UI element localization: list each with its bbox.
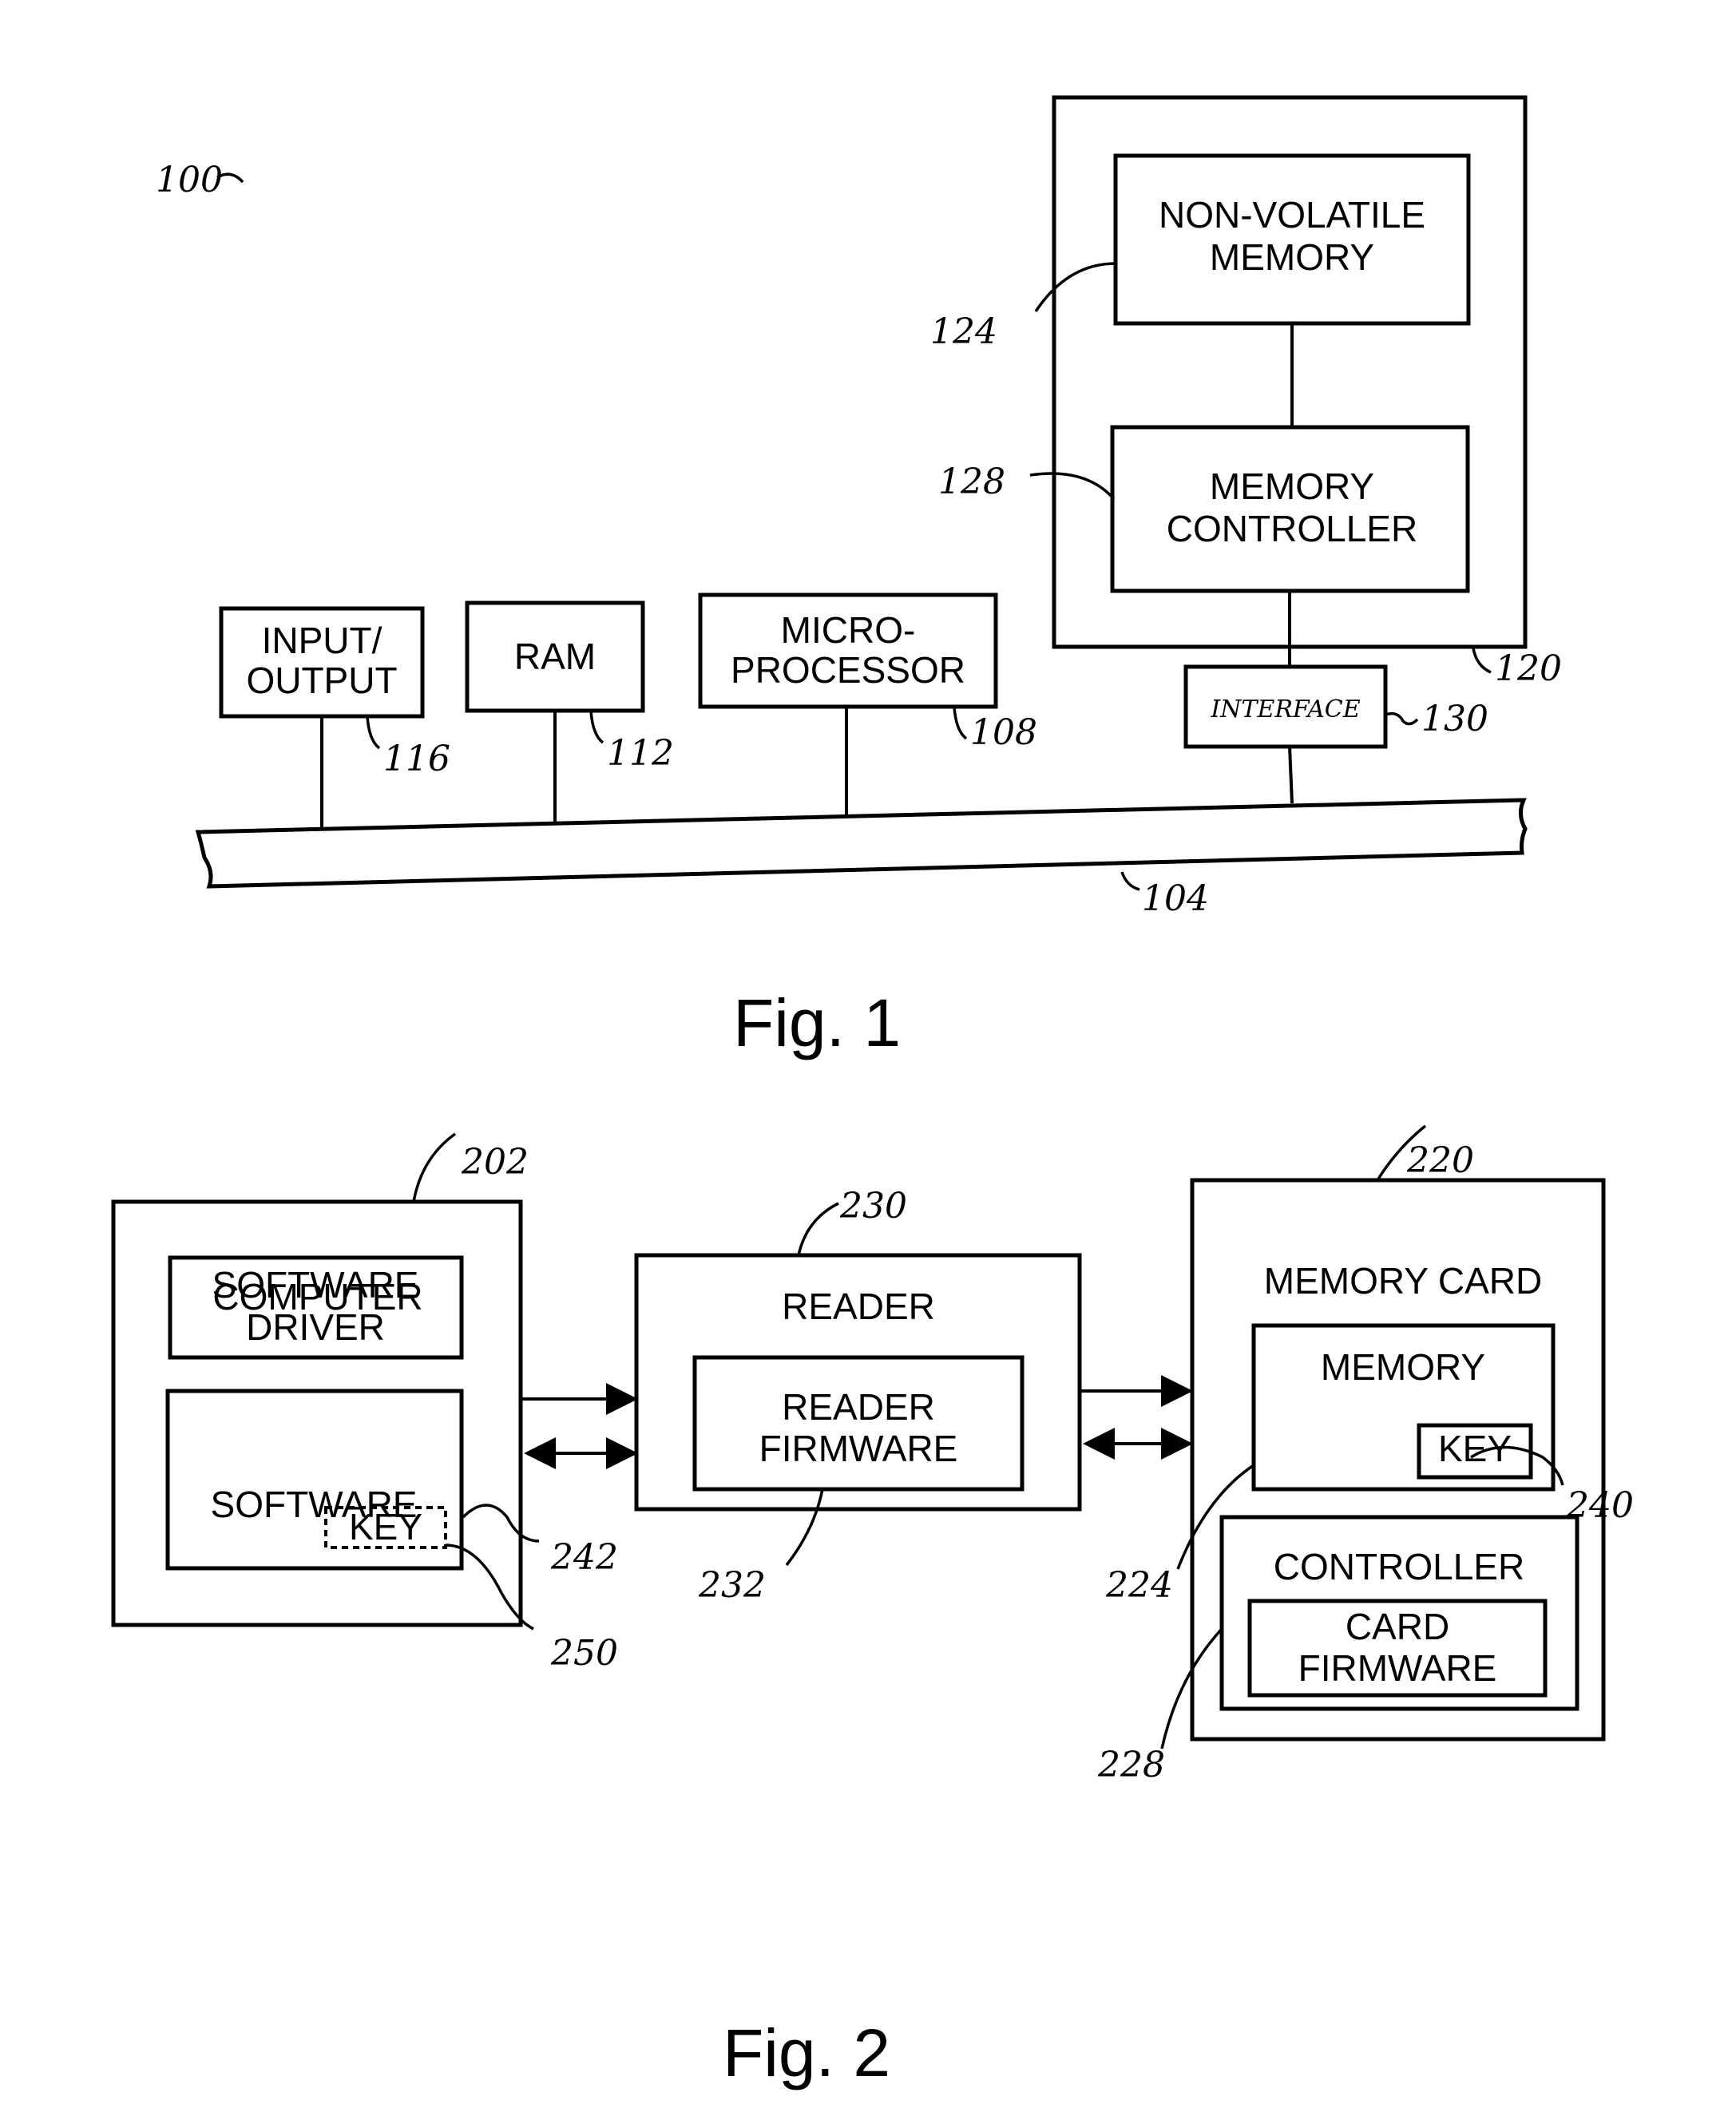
- computer-block: 202 COMPUTER SOFTWARE DRIVER SOFTWARE KE…: [111, 1132, 618, 1674]
- figure-1-caption: Fig. 1: [733, 985, 901, 1060]
- patent-drawing: 100 104 INPUT/ OUTPUT 116 RAM 112 MICRO-: [111, 95, 1634, 2090]
- ram-label: RAM: [514, 636, 596, 677]
- ref-228: 228: [1097, 1745, 1165, 1785]
- figure-2: 202 COMPUTER SOFTWARE DRIVER SOFTWARE KE…: [111, 1124, 1634, 2090]
- cpu-label-line1: MICRO-: [781, 609, 916, 651]
- reader-block: 230 READER READER FIRMWARE 232: [634, 1186, 1082, 1606]
- io-label-line2: OUTPUT: [246, 660, 397, 701]
- software-key-label: KEY: [349, 1506, 422, 1547]
- driver-label-line2: DRIVER: [246, 1306, 385, 1348]
- nvm-label-line1: NON-VOLATILE: [1159, 194, 1425, 236]
- figure-1: 100 104 INPUT/ OUTPUT 116 RAM 112 MICRO-: [156, 95, 1562, 1060]
- ref-202: 202: [461, 1142, 529, 1183]
- ref-112: 112: [607, 733, 674, 774]
- ref-124: 124: [930, 311, 997, 352]
- ref-120: 120: [1495, 648, 1562, 689]
- ref-130: 130: [1421, 699, 1488, 739]
- reader-title: READER: [782, 1286, 935, 1327]
- figure-2-caption: Fig. 2: [723, 2015, 890, 2090]
- microprocessor-block: MICRO- PROCESSOR 108: [698, 592, 1037, 816]
- memory-card-block: 220 MEMORY CARD MEMORY KEY 240 224 CONTR…: [1097, 1124, 1634, 1785]
- cpu-label-line2: PROCESSOR: [731, 649, 965, 691]
- storage-device-block: 120 NON-VOLATILE MEMORY 124 MEMORY CONTR…: [930, 95, 1562, 689]
- ram-block: RAM 112: [465, 600, 674, 822]
- card-memory-title: MEMORY: [1321, 1346, 1485, 1388]
- driver-label-line1: SOFTWARE: [212, 1264, 419, 1306]
- ref-224: 224: [1105, 1565, 1173, 1606]
- ref-104-leader: [1120, 871, 1140, 891]
- card-fw-line2: FIRMWARE: [1298, 1647, 1497, 1689]
- system-bus: [195, 798, 1528, 889]
- memory-card-title: MEMORY CARD: [1264, 1260, 1542, 1302]
- input-output-block: INPUT/ OUTPUT 116: [219, 606, 450, 829]
- ref-250: 250: [550, 1633, 618, 1674]
- nvm-label-line2: MEMORY: [1210, 236, 1374, 278]
- card-fw-line1: CARD: [1346, 1606, 1449, 1647]
- reader-fw-line2: FIRMWARE: [759, 1428, 958, 1469]
- reader-fw-line1: READER: [782, 1386, 935, 1428]
- ref-242: 242: [550, 1537, 618, 1578]
- interface-block: INTERFACE 130: [1183, 664, 1488, 804]
- ref-116: 116: [383, 739, 450, 779]
- controller-title: CONTROLLER: [1274, 1546, 1524, 1587]
- ref-220: 220: [1406, 1140, 1474, 1181]
- mc-label-line2: CONTROLLER: [1167, 508, 1417, 549]
- io-label-line1: INPUT/: [262, 620, 382, 661]
- mc-label-line1: MEMORY: [1210, 466, 1374, 507]
- ref-100: 100: [156, 160, 223, 200]
- interface-label: INTERFACE: [1210, 695, 1360, 723]
- ref-108: 108: [970, 712, 1037, 753]
- ref-104: 104: [1142, 878, 1209, 919]
- ref-232: 232: [698, 1565, 766, 1606]
- ref-230: 230: [839, 1186, 907, 1226]
- ref-128: 128: [938, 462, 1005, 502]
